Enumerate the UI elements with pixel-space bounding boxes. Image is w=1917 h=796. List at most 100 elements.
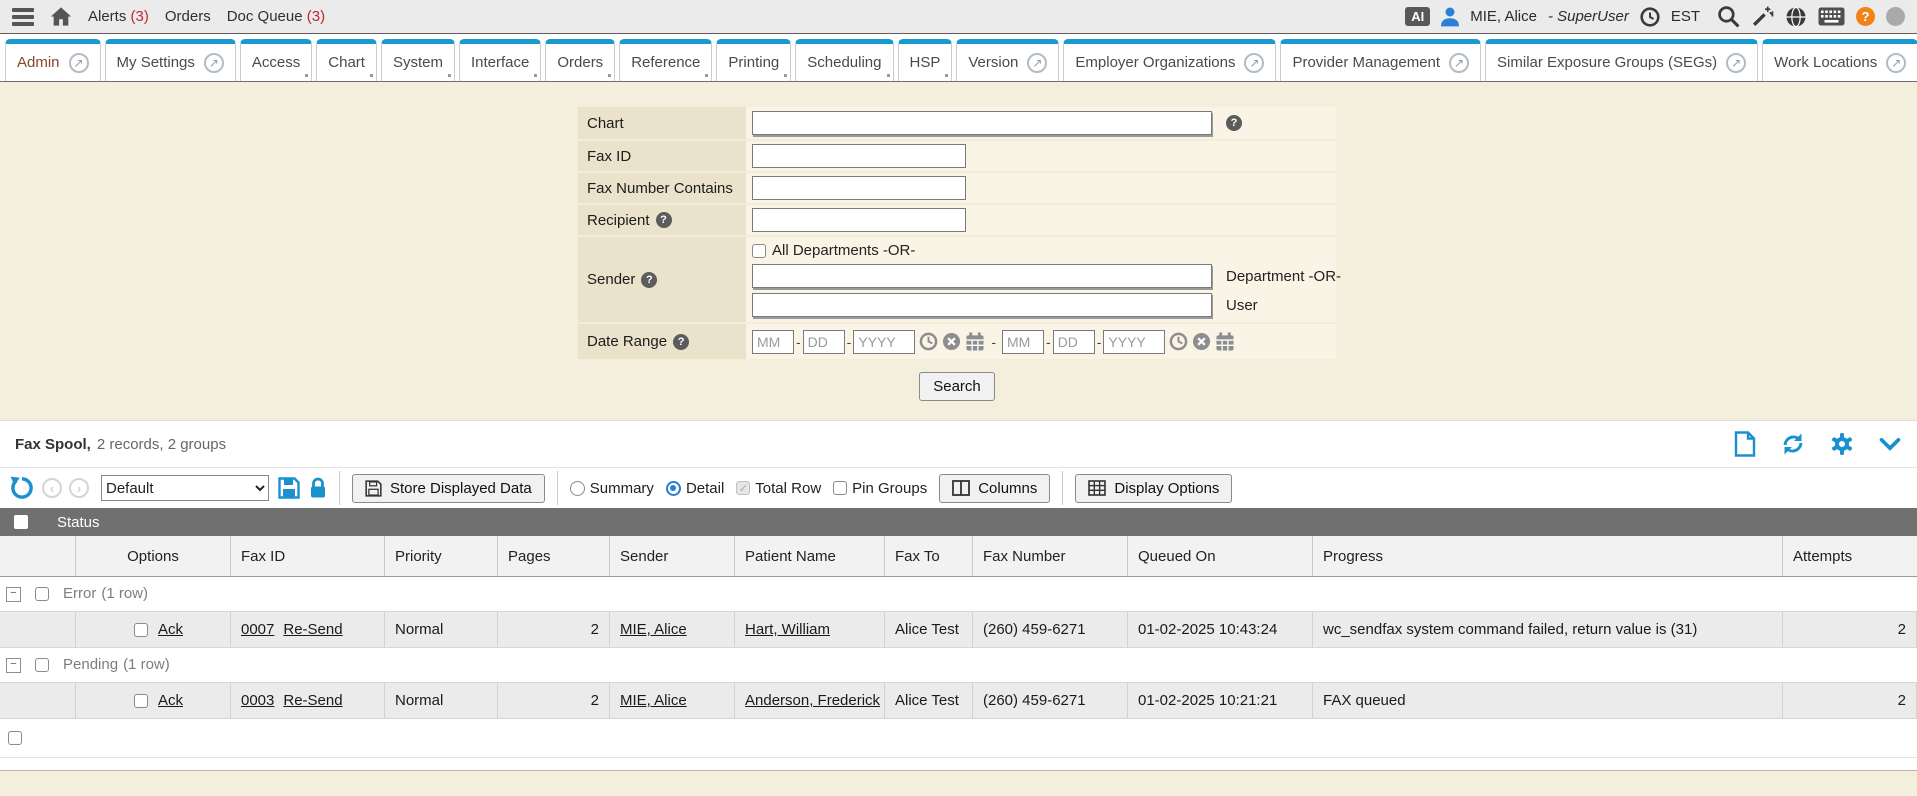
- tab-interface[interactable]: Interface: [459, 39, 541, 81]
- lock-view-icon[interactable]: [309, 477, 327, 499]
- external-link-icon[interactable]: ↗: [1244, 53, 1264, 73]
- collapse-group-icon[interactable]: −: [6, 658, 21, 673]
- tab-printing[interactable]: Printing: [716, 39, 791, 81]
- sender-link[interactable]: MIE, Alice: [620, 692, 687, 709]
- external-link-icon[interactable]: ↗: [1449, 53, 1469, 73]
- ack-link[interactable]: Ack: [158, 621, 183, 638]
- date-from-day-input[interactable]: [803, 330, 845, 354]
- col-fax-number[interactable]: Fax Number: [973, 536, 1128, 576]
- date-to-time-icon[interactable]: [1169, 332, 1188, 351]
- ack-link[interactable]: Ack: [158, 692, 183, 709]
- reset-view-icon[interactable]: [9, 475, 35, 501]
- col-fax-id[interactable]: Fax ID: [231, 536, 385, 576]
- col-attempts[interactable]: Attempts: [1783, 536, 1917, 576]
- date-to-year-input[interactable]: [1103, 330, 1165, 354]
- tab-version[interactable]: Version↗: [956, 39, 1059, 81]
- fax-id-link[interactable]: 0003: [241, 692, 274, 709]
- row-select-checkbox[interactable]: [134, 623, 148, 637]
- tab-chart[interactable]: Chart: [316, 39, 377, 81]
- globe-icon[interactable]: [1785, 6, 1807, 28]
- select-all-checkbox[interactable]: [14, 515, 28, 529]
- summary-radio[interactable]: Summary: [570, 480, 654, 497]
- date-to-day-input[interactable]: [1053, 330, 1095, 354]
- fax-number-input[interactable]: [752, 176, 966, 200]
- date-to-month-input[interactable]: [1002, 330, 1044, 354]
- sender-help-icon[interactable]: ?: [641, 272, 657, 288]
- date-to-clear-icon[interactable]: [1192, 332, 1211, 351]
- columns-button[interactable]: Columns: [939, 474, 1050, 503]
- keyboard-icon[interactable]: [1818, 7, 1845, 26]
- nav-orders[interactable]: Orders: [165, 8, 211, 25]
- recipient-input[interactable]: [752, 208, 966, 232]
- ai-badge[interactable]: AI: [1405, 7, 1430, 26]
- sender-department-input[interactable]: [752, 264, 1212, 288]
- save-view-icon[interactable]: [278, 477, 300, 499]
- col-patient-name[interactable]: Patient Name: [735, 536, 885, 576]
- home-icon[interactable]: [50, 6, 72, 27]
- col-fax-to[interactable]: Fax To: [885, 536, 973, 576]
- col-sender[interactable]: Sender: [610, 536, 735, 576]
- external-link-icon[interactable]: ↗: [69, 53, 89, 73]
- chart-help-icon[interactable]: ?: [1226, 115, 1242, 131]
- search-icon[interactable]: [1717, 5, 1740, 28]
- collapse-section-icon[interactable]: [1878, 437, 1902, 452]
- recipient-help-icon[interactable]: ?: [656, 212, 672, 228]
- tab-provider-management[interactable]: Provider Management↗: [1280, 39, 1481, 81]
- external-link-icon[interactable]: ↗: [1726, 53, 1746, 73]
- nav-doc-queue[interactable]: Doc Queue (3): [227, 8, 325, 25]
- external-link-icon[interactable]: ↗: [1027, 53, 1047, 73]
- total-row-checkbox[interactable]: ✓Total Row: [736, 480, 821, 497]
- tab-similar-exposure-groups[interactable]: Similar Exposure Groups (SEGs)↗: [1485, 39, 1758, 81]
- user-name[interactable]: MIE, Alice: [1470, 8, 1537, 25]
- group-select-checkbox[interactable]: [35, 658, 49, 672]
- refresh-icon[interactable]: [1780, 432, 1806, 456]
- date-from-clear-icon[interactable]: [942, 332, 961, 351]
- tab-my-settings[interactable]: My Settings↗: [105, 39, 236, 81]
- resend-link[interactable]: Re-Send: [283, 692, 342, 709]
- settings-gear-icon[interactable]: [1830, 432, 1854, 456]
- tab-admin[interactable]: Admin↗: [5, 39, 101, 81]
- clock-icon[interactable]: [1640, 7, 1660, 27]
- next-view-icon[interactable]: ›: [69, 478, 89, 498]
- patient-link[interactable]: Anderson, Frederick: [745, 692, 880, 709]
- tab-system[interactable]: System: [381, 39, 455, 81]
- avatar[interactable]: [1886, 7, 1905, 26]
- tab-orders[interactable]: Orders: [545, 39, 615, 81]
- tab-access[interactable]: Access: [240, 39, 312, 81]
- row-select-checkbox[interactable]: [134, 694, 148, 708]
- footer-select-checkbox[interactable]: [8, 731, 22, 745]
- col-queued-on[interactable]: Queued On: [1128, 536, 1313, 576]
- date-from-time-icon[interactable]: [919, 332, 938, 351]
- sender-link[interactable]: MIE, Alice: [620, 621, 687, 638]
- all-departments-checkbox[interactable]: [752, 244, 766, 258]
- col-options[interactable]: Options: [76, 536, 231, 576]
- tab-hsp[interactable]: HSP: [898, 39, 953, 81]
- pin-groups-checkbox[interactable]: Pin Groups: [833, 480, 927, 497]
- display-options-button[interactable]: Display Options: [1075, 474, 1232, 503]
- col-progress[interactable]: Progress: [1313, 536, 1783, 576]
- date-from-calendar-icon[interactable]: [965, 332, 985, 351]
- date-to-calendar-icon[interactable]: [1215, 332, 1235, 351]
- prev-view-icon[interactable]: ‹: [42, 478, 62, 498]
- nav-alerts[interactable]: Alerts (3): [88, 8, 149, 25]
- magic-wand-icon[interactable]: [1751, 5, 1774, 28]
- store-displayed-data-button[interactable]: Store Displayed Data: [352, 474, 545, 503]
- view-select[interactable]: Default: [101, 475, 269, 501]
- fax-id-link[interactable]: 0007: [241, 621, 274, 638]
- external-link-icon[interactable]: ↗: [1886, 53, 1906, 73]
- new-document-icon[interactable]: [1734, 431, 1756, 457]
- tab-scheduling[interactable]: Scheduling: [795, 39, 893, 81]
- group-select-checkbox[interactable]: [35, 587, 49, 601]
- date-from-month-input[interactable]: [752, 330, 794, 354]
- search-button[interactable]: Search: [919, 372, 995, 401]
- date-range-help-icon[interactable]: ?: [673, 334, 689, 350]
- collapse-group-icon[interactable]: −: [6, 587, 21, 602]
- tab-employer-organizations[interactable]: Employer Organizations↗: [1063, 39, 1276, 81]
- help-icon[interactable]: ?: [1856, 7, 1875, 26]
- detail-radio[interactable]: Detail: [666, 480, 724, 497]
- tab-reference[interactable]: Reference: [619, 39, 712, 81]
- chart-input[interactable]: [752, 111, 1212, 135]
- date-from-year-input[interactable]: [853, 330, 915, 354]
- external-link-icon[interactable]: ↗: [204, 53, 224, 73]
- fax-id-input[interactable]: [752, 144, 966, 168]
